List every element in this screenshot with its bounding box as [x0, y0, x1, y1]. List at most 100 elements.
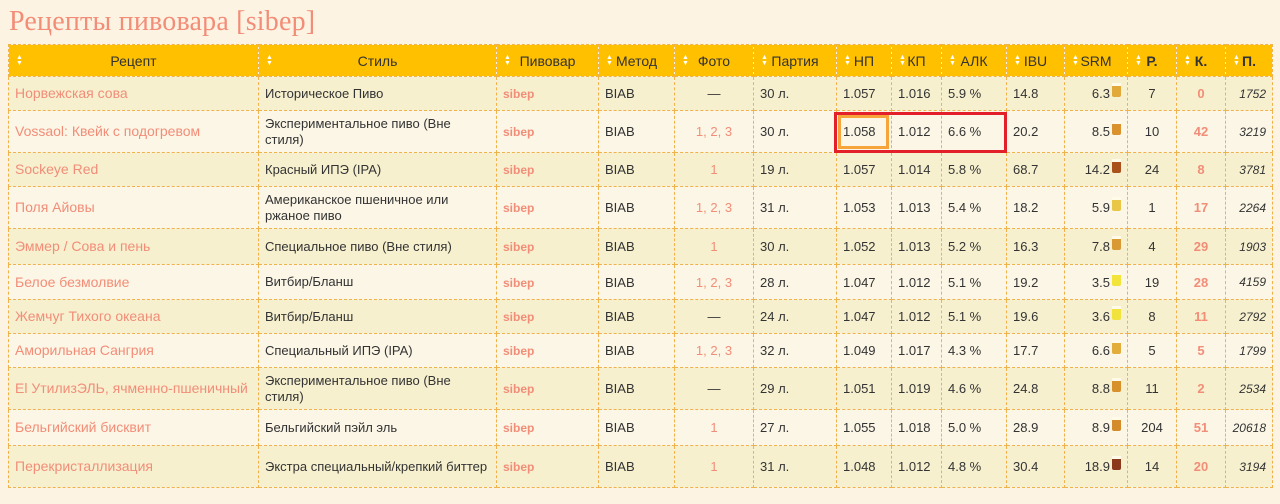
recipe-link[interactable]: Аморильная Сангрия: [15, 342, 252, 359]
comments-link[interactable]: 51: [1194, 420, 1208, 435]
style-cell: Красный ИПЭ (IPA): [258, 152, 497, 187]
style-text: Бельгийский пэйл эль: [265, 419, 398, 435]
photo-none: —: [707, 381, 721, 396]
style-text: Историческое Пиво: [265, 85, 384, 101]
column-header-ibu[interactable]: ▲ ▼ IBU: [1006, 44, 1065, 77]
photo-links[interactable]: 1: [710, 239, 717, 254]
method-cell: BIAB: [598, 299, 675, 334]
recipe-link[interactable]: Перекристаллизация: [15, 458, 252, 475]
column-header-srm[interactable]: ▲ ▼ SRM: [1064, 44, 1128, 77]
comments-link[interactable]: 8: [1197, 162, 1204, 177]
column-header-r[interactable]: ▲ ▼ Р.: [1127, 44, 1177, 77]
table-row: Норвежская сова Историческое Пиво sibep BIA…: [8, 76, 1273, 111]
rating-text: 14: [1144, 459, 1160, 474]
photo-cell: 1: [674, 152, 754, 187]
beer-glass-icon: [1112, 340, 1121, 355]
abv-text: 6.6 %: [948, 124, 982, 139]
photo-links[interactable]: 1, 2, 3: [696, 275, 732, 290]
comments-link[interactable]: 17: [1194, 200, 1208, 215]
recipe-link[interactable]: Белое безмолвие: [15, 274, 252, 291]
recipe-link[interactable]: Sockeye Red: [15, 161, 252, 178]
brewer-link[interactable]: sibep: [503, 240, 534, 254]
batch-cell: 28 л.: [753, 264, 837, 300]
recipe-link[interactable]: Жемчуг Тихого океана: [15, 308, 252, 325]
comments-link[interactable]: 2: [1197, 381, 1204, 396]
recipe-cell: Поля Айовы: [8, 186, 259, 229]
comments-cell: 42: [1176, 110, 1226, 153]
recipe-link[interactable]: Бельгийский бисквит: [15, 419, 252, 436]
fg-cell: 1.016: [891, 76, 942, 111]
abv-cell: 5.2 %: [941, 228, 1007, 265]
column-header-style[interactable]: ▲ ▼ Стиль: [258, 44, 497, 77]
column-header-fg[interactable]: ▲ ▼ КП: [891, 44, 942, 77]
photo-links[interactable]: 1: [710, 459, 717, 474]
recipe-link[interactable]: Эммер / Сова и пень: [15, 238, 252, 255]
sort-arrows-icon: ▲ ▼: [1072, 53, 1079, 67]
rating-cell: 24: [1127, 152, 1177, 187]
column-header-k[interactable]: ▲ ▼ К.: [1176, 44, 1226, 77]
column-header-og[interactable]: ▲ ▼ НП: [836, 44, 892, 77]
beer-glass-icon: [1112, 271, 1121, 286]
og-cell: 1.052: [836, 228, 892, 265]
comments-link[interactable]: 5: [1197, 343, 1204, 358]
brewer-link[interactable]: sibep: [503, 201, 534, 215]
views-cell: 2264: [1225, 186, 1273, 229]
photo-links[interactable]: 1: [710, 162, 717, 177]
method-text: BIAB: [605, 86, 635, 101]
brewer-cell: sibep: [496, 186, 599, 229]
table-row: Sockeye Red Красный ИПЭ (IPA) sibep BIAB 1 19…: [8, 152, 1273, 187]
brewer-link[interactable]: sibep: [503, 310, 534, 324]
column-header-recipe[interactable]: ▲ ▼ Рецепт: [8, 44, 259, 77]
brewer-link[interactable]: sibep: [503, 125, 534, 139]
comments-link[interactable]: 28: [1194, 275, 1208, 290]
comments-link[interactable]: 11: [1194, 309, 1208, 324]
brewer-link[interactable]: sibep: [503, 344, 534, 358]
comments-link[interactable]: 20: [1194, 459, 1208, 474]
comments-link[interactable]: 42: [1194, 124, 1208, 139]
photo-links[interactable]: 1: [710, 420, 717, 435]
table-body: Норвежская сова Историческое Пиво sibep BIA…: [8, 76, 1273, 488]
batch-text: 31 л.: [760, 200, 790, 215]
fg-text: 1.019: [898, 381, 931, 396]
recipe-cell: Аморильная Сангрия: [8, 333, 259, 368]
photo-links[interactable]: 1, 2, 3: [696, 343, 732, 358]
photo-links[interactable]: 1, 2, 3: [696, 124, 732, 139]
column-header-p[interactable]: ▲ ▼ П.: [1225, 44, 1273, 77]
batch-cell: 19 л.: [753, 152, 837, 187]
batch-cell: 30 л.: [753, 110, 837, 153]
brewer-link[interactable]: sibep: [503, 460, 534, 474]
recipe-cell: Vossaol: Квейк с подогревом: [8, 110, 259, 153]
brewer-link[interactable]: sibep: [503, 382, 534, 396]
comments-link[interactable]: 0: [1197, 86, 1204, 101]
style-text: Витбир/Бланш: [265, 274, 354, 289]
recipe-link[interactable]: Норвежская сова: [15, 85, 252, 102]
og-text: 1.057: [843, 86, 876, 101]
column-header-method[interactable]: ▲ ▼ Метод: [598, 44, 675, 77]
table-row: Vossaol: Квейк с подогревом Экспериментал…: [8, 110, 1273, 153]
column-header-photo[interactable]: ▲ ▼ Фото: [674, 44, 754, 77]
srm-cell: 3.5: [1064, 264, 1128, 300]
fg-cell: 1.012: [891, 445, 942, 488]
brewer-link[interactable]: sibep: [503, 163, 534, 177]
brewer-link[interactable]: sibep: [503, 421, 534, 435]
column-header-batch[interactable]: ▲ ▼ Партия: [753, 44, 837, 77]
rating-text: 204: [1141, 420, 1163, 435]
photo-cell: 1, 2, 3: [674, 186, 754, 229]
recipe-cell: Sockeye Red: [8, 152, 259, 187]
batch-text: 24 л.: [760, 309, 790, 324]
comments-link[interactable]: 29: [1194, 239, 1208, 254]
recipe-link[interactable]: Vossaol: Квейк с подогревом: [15, 123, 252, 140]
abv-text: 5.2 %: [948, 239, 982, 254]
column-header-abv[interactable]: ▲ ▼ АЛК: [941, 44, 1007, 77]
comments-cell: 2: [1176, 367, 1226, 410]
brewer-link[interactable]: sibep: [503, 276, 534, 290]
og-cell: 1.051: [836, 367, 892, 410]
column-header-brewer[interactable]: ▲ ▼ Пивовар: [496, 44, 599, 77]
recipe-link[interactable]: El УтилизЭЛЬ, ячменно-пшеничный: [15, 380, 252, 397]
brewer-link[interactable]: sibep: [503, 87, 534, 101]
srm-value: 5.9: [1091, 200, 1110, 216]
recipe-link[interactable]: Поля Айовы: [15, 199, 252, 216]
og-cell: 1.047: [836, 264, 892, 300]
style-text: Американское пшеничное или ржаное пиво: [265, 191, 449, 223]
photo-links[interactable]: 1, 2, 3: [696, 200, 732, 215]
